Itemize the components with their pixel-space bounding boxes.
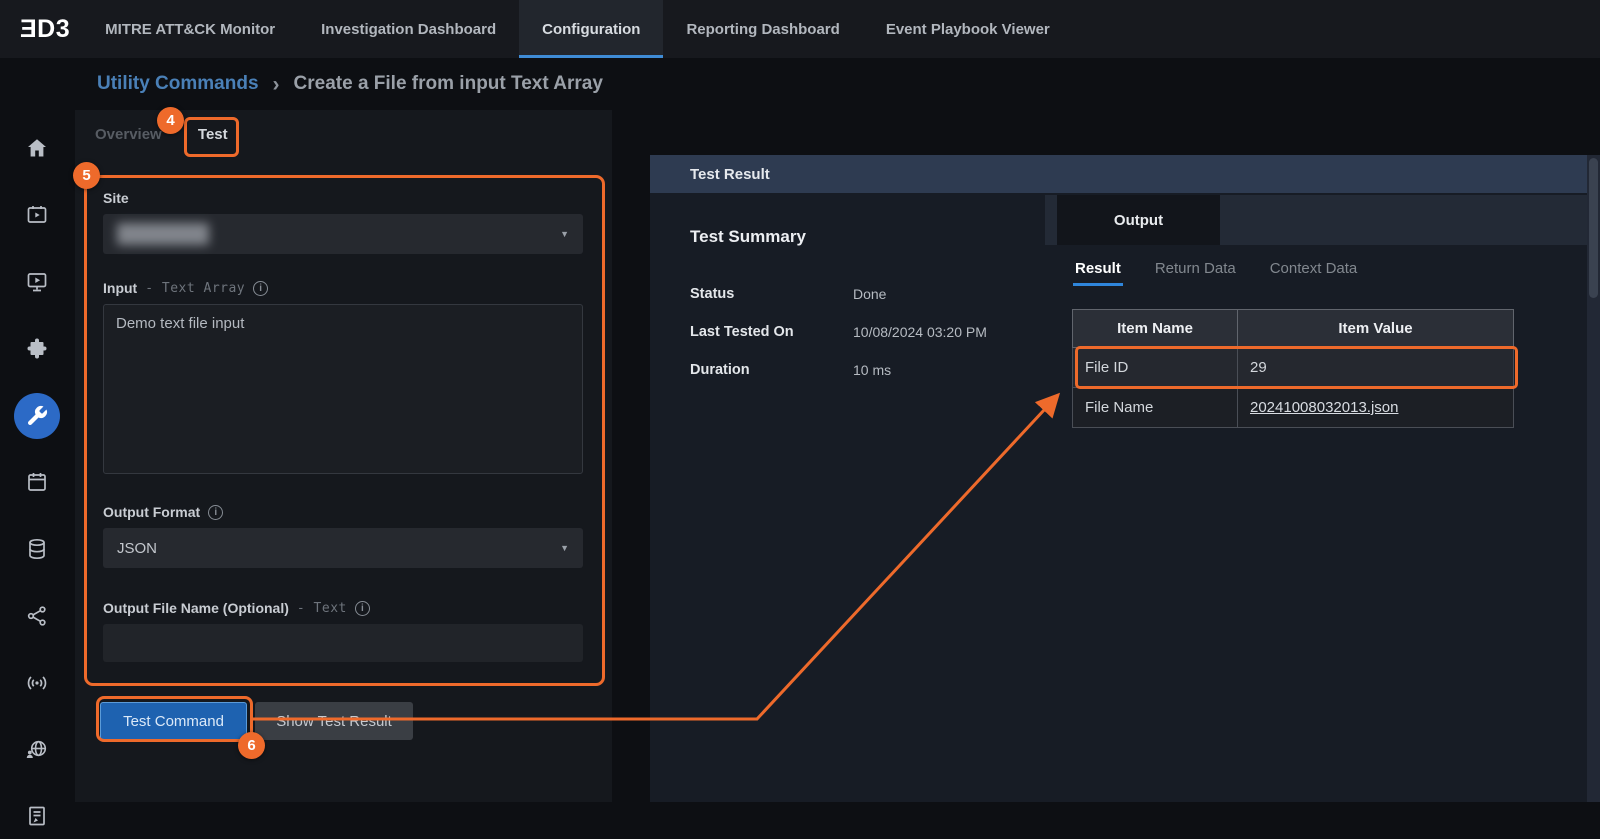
- file-name-link[interactable]: 20241008032013.json: [1250, 399, 1398, 416]
- output-format-value: JSON: [117, 540, 157, 557]
- nav-item-investigation-dashboard[interactable]: Investigation Dashboard: [298, 0, 519, 58]
- tab-output[interactable]: Output: [1057, 195, 1220, 245]
- vertical-scrollbar[interactable]: [1587, 155, 1600, 802]
- input-textarea[interactable]: Demo text file input: [103, 304, 583, 474]
- test-command-button[interactable]: Test Command: [100, 702, 247, 740]
- output-section: Output Result Return Data Context Data I…: [1045, 195, 1587, 802]
- database-icon[interactable]: [14, 526, 60, 572]
- status-label: Status: [690, 283, 853, 305]
- output-file-name-type-hint: - Text: [297, 601, 347, 616]
- summary-row-last-tested: Last Tested On 10/08/2024 03:20 PM: [690, 321, 1020, 343]
- show-test-result-button[interactable]: Show Test Result: [255, 702, 413, 740]
- tools-icon[interactable]: [14, 393, 60, 439]
- column-header-item-name: Item Name: [1073, 310, 1238, 348]
- chevron-right-icon: ›: [273, 74, 280, 95]
- output-format-select[interactable]: JSON ▼: [103, 528, 583, 568]
- puzzle-icon[interactable]: [14, 326, 60, 372]
- duration-label: Duration: [690, 359, 853, 381]
- d3-logo[interactable]: ƎD3: [0, 0, 82, 58]
- summary-row-status: Status Done: [690, 283, 1020, 305]
- page-title: Create a File from input Text Array: [294, 73, 603, 95]
- test-summary: Test Summary Status Done Last Tested On …: [690, 227, 1020, 397]
- document-pen-icon[interactable]: [14, 793, 60, 839]
- chevron-down-icon: ▼: [560, 543, 569, 553]
- share-nodes-icon[interactable]: [14, 593, 60, 639]
- info-icon[interactable]: i: [355, 601, 370, 616]
- breadcrumb: Utility Commands › Create a File from in…: [75, 58, 1600, 110]
- output-tab-strip: Output: [1045, 195, 1587, 245]
- nav-item-reporting-dashboard[interactable]: Reporting Dashboard: [663, 0, 862, 58]
- nav-item-event-playbook-viewer[interactable]: Event Playbook Viewer: [863, 0, 1073, 58]
- input-type-hint: - Text Array: [145, 281, 245, 296]
- redacted-site-value: [117, 223, 209, 245]
- chevron-down-icon: ▼: [560, 229, 569, 239]
- breadcrumb-utility-commands[interactable]: Utility Commands: [97, 73, 259, 95]
- duration-value: 10 ms: [853, 359, 891, 381]
- column-header-item-value: Item Value: [1238, 310, 1514, 348]
- summary-row-duration: Duration 10 ms: [690, 359, 1020, 381]
- icon-sidebar: [0, 58, 75, 802]
- panel-tabs: Overview Test: [75, 110, 612, 143]
- file-name-name-cell: File Name: [1073, 388, 1238, 428]
- nav-item-configuration[interactable]: Configuration: [519, 0, 663, 58]
- table-row-file-name: File Name 20241008032013.json: [1073, 388, 1514, 428]
- info-icon[interactable]: i: [208, 505, 223, 520]
- test-result-title: Test Result: [690, 166, 770, 183]
- tab-test[interactable]: Test: [198, 126, 228, 143]
- input-label: Input: [103, 280, 137, 296]
- output-subtabs: Result Return Data Context Data: [1045, 245, 1587, 291]
- result-table: Item Name Item Value File ID 29 File Nam…: [1072, 309, 1514, 428]
- last-tested-label: Last Tested On: [690, 321, 853, 343]
- last-tested-value: 10/08/2024 03:20 PM: [853, 321, 987, 343]
- table-row-file-id: File ID 29: [1073, 348, 1514, 388]
- output-file-name-label: Output File Name (Optional): [103, 600, 289, 616]
- calendar-icon[interactable]: [14, 459, 60, 505]
- top-navigation: ƎD3 MITRE ATT&CK Monitor Investigation D…: [0, 0, 1600, 58]
- test-summary-title: Test Summary: [690, 227, 1020, 247]
- test-result-header: Test Result: [650, 155, 1600, 193]
- test-command-form: Site ▼ Input - Text Array i Demo text fi…: [103, 190, 583, 662]
- scrollbar-thumb[interactable]: [1589, 158, 1598, 298]
- file-id-value-cell: 29: [1238, 348, 1514, 388]
- nav-item-mitre-attck-monitor[interactable]: MITRE ATT&CK Monitor: [82, 0, 298, 58]
- output-format-label: Output Format: [103, 504, 200, 520]
- command-detail-panel: Overview Test Site ▼ Input - Text Array …: [75, 110, 612, 802]
- output-file-name-input[interactable]: [103, 624, 583, 662]
- site-label: Site: [103, 190, 129, 206]
- subtab-context-data[interactable]: Context Data: [1270, 260, 1358, 277]
- broadcast-icon[interactable]: [14, 660, 60, 706]
- site-select[interactable]: ▼: [103, 214, 583, 254]
- test-result-panel: Test Result Test Summary Status Done Las…: [650, 155, 1600, 802]
- subtab-result[interactable]: Result: [1075, 260, 1121, 277]
- tab-overview[interactable]: Overview: [95, 126, 162, 143]
- status-value: Done: [853, 283, 886, 305]
- subtab-return-data[interactable]: Return Data: [1155, 260, 1236, 277]
- form-actions: Test Command Show Test Result: [100, 702, 413, 740]
- file-id-name-cell: File ID: [1073, 348, 1238, 388]
- monitor-play-icon[interactable]: [14, 192, 60, 238]
- info-icon[interactable]: i: [253, 281, 268, 296]
- home-icon[interactable]: [14, 125, 60, 171]
- globe-user-icon[interactable]: [14, 726, 60, 772]
- screen-play-icon[interactable]: [14, 259, 60, 305]
